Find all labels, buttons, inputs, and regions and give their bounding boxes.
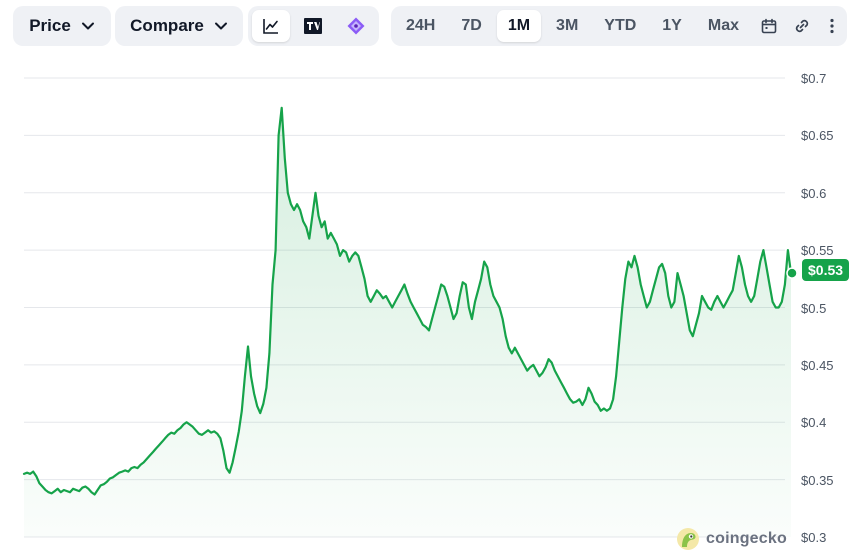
y-tick-label: $0.4	[801, 415, 827, 431]
gecko-logo-icon	[677, 528, 699, 550]
price-area-fill	[24, 107, 791, 538]
y-tick-label: $0.5	[801, 300, 827, 316]
y-tick-label: $0.55	[801, 243, 834, 259]
y-tick-label: $0.65	[801, 128, 834, 144]
y-tick-label: $0.45	[801, 357, 834, 373]
y-tick-label: $0.3	[801, 530, 827, 545]
y-tick-label: $0.7	[801, 71, 827, 86]
current-price-tag: $0.53	[802, 259, 850, 281]
coingecko-watermark: coingecko	[676, 527, 787, 551]
price-chart	[22, 77, 798, 538]
coingecko-wordmark: coingecko	[706, 530, 787, 547]
y-tick-label: $0.6	[801, 185, 827, 201]
y-tick-label: $0.35	[801, 472, 834, 488]
current-price-marker	[786, 267, 798, 279]
